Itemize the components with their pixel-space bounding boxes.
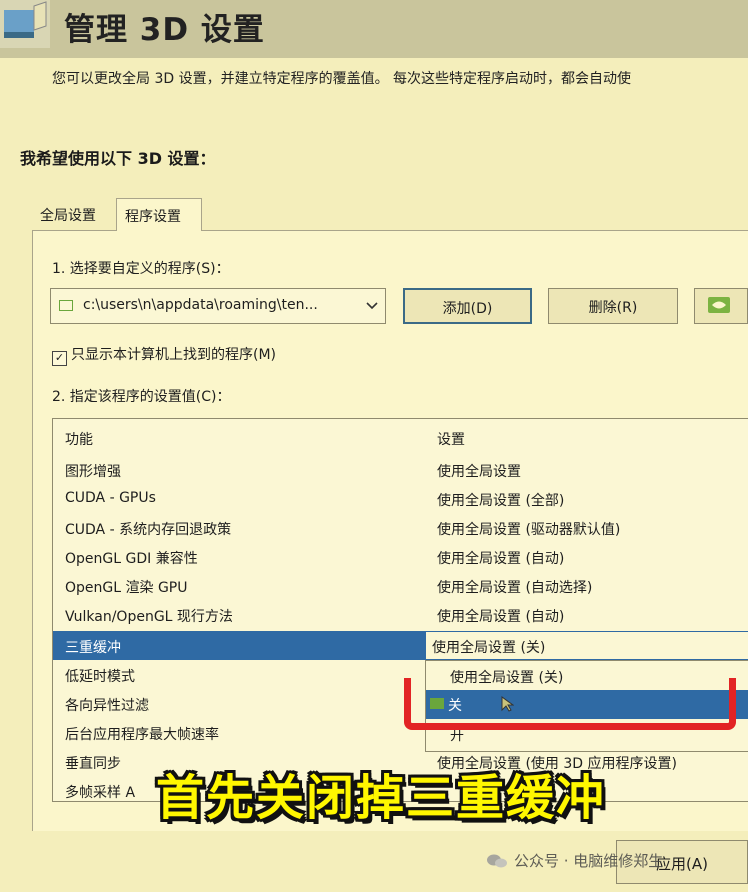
feature-value: 使用全局设置 (驱动器默认值): [437, 522, 621, 538]
table-row[interactable]: 图形增强 使用全局设置: [53, 455, 748, 484]
checkbox-box[interactable]: ✓: [52, 351, 67, 366]
feature-name: 各向异性过滤: [65, 698, 149, 714]
title-bar: 管理 3D 设置: [0, 0, 748, 58]
feature-name: 多帧采样 A: [65, 785, 136, 801]
add-button[interactable]: 添加(D): [403, 288, 532, 324]
column-header-setting: 设置: [437, 432, 465, 448]
feature-name: OpenGL GDI 兼容性: [65, 551, 198, 567]
only-local-programs-checkbox[interactable]: ✓ 只显示本计算机上找到的程序(M): [52, 344, 276, 366]
video-caption: 首先关闭掉三重缓冲: [155, 770, 606, 826]
program-icon: [59, 300, 73, 311]
table-row[interactable]: OpenGL 渲染 GPU 使用全局设置 (自动选择): [53, 571, 748, 600]
step2-label: 2. 指定该程序的设置值(C)：: [52, 389, 231, 405]
feature-value: 使用全局设置: [437, 464, 521, 480]
chevron-down-icon: [366, 302, 378, 310]
tab-program-settings[interactable]: 程序设置: [116, 198, 202, 231]
step1-label: 1. 选择要自定义的程序(S)：: [52, 261, 230, 277]
watermark-text: 公众号 · 电脑维修郑生: [514, 852, 664, 870]
remove-button[interactable]: 删除(R): [548, 288, 678, 324]
settings-table: 功能 设置 图形增强 使用全局设置 CUDA - GPUs 使用全局设置 (全部…: [52, 418, 748, 802]
watermark: 公众号 · 电脑维修郑生: [486, 850, 663, 871]
checkbox-label: 只显示本计算机上找到的程序(M): [71, 347, 277, 363]
feature-name: OpenGL 渲染 GPU: [65, 580, 188, 596]
feature-value: 使用全局设置 (自动): [437, 551, 565, 567]
feature-name: 低延时模式: [65, 669, 135, 685]
column-header-feature: 功能: [65, 432, 93, 448]
feature-value: 使用全局设置 (自动): [437, 609, 565, 625]
feature-name: CUDA - GPUs: [65, 490, 156, 506]
highlight-annotation: [404, 678, 736, 730]
wechat-icon: [487, 854, 507, 868]
feature-value: 使用全局设置 (自动选择): [437, 580, 593, 596]
table-row[interactable]: Vulkan/OpenGL 现行方法 使用全局设置 (自动): [53, 600, 748, 629]
page-title: 管理 3D 设置: [64, 12, 265, 48]
table-row[interactable]: CUDA - 系统内存回退政策 使用全局设置 (驱动器默认值): [53, 513, 748, 542]
intro-text: 您可以更改全局 3D 设置，并建立特定程序的覆盖值。 每次这些特定程序启动时，都…: [52, 71, 632, 87]
triple-buffering-select[interactable]: 使用全局设置 (关): [425, 631, 748, 660]
highlight-annotation-edge: [404, 678, 411, 688]
feature-name: 图形增强: [65, 464, 121, 480]
feature-name: CUDA - 系统内存回退政策: [65, 522, 232, 538]
feature-name: Vulkan/OpenGL 现行方法: [65, 609, 233, 625]
feature-name: 三重缓冲: [65, 640, 121, 656]
feature-value: 使用全局设置 (全部): [437, 493, 565, 509]
feature-name: 后台应用程序最大帧速率: [65, 727, 219, 743]
table-row[interactable]: OpenGL GDI 兼容性 使用全局设置 (自动): [53, 542, 748, 571]
nvidia-button[interactable]: [694, 288, 748, 324]
section-label: 我希望使用以下 3D 设置：: [20, 149, 216, 168]
tab-global-settings[interactable]: 全局设置: [32, 198, 116, 231]
feature-name: 垂直同步: [65, 756, 121, 772]
program-select[interactable]: c:\users\n\appdata\roaming\ten...: [50, 288, 386, 324]
nvidia-control-panel-icon: [0, 0, 50, 48]
highlight-annotation-edge: [729, 678, 736, 688]
table-row[interactable]: CUDA - GPUs 使用全局设置 (全部): [53, 484, 748, 513]
program-select-value: c:\users\n\appdata\roaming\ten...: [83, 297, 318, 313]
nvidia-icon: [708, 297, 730, 313]
